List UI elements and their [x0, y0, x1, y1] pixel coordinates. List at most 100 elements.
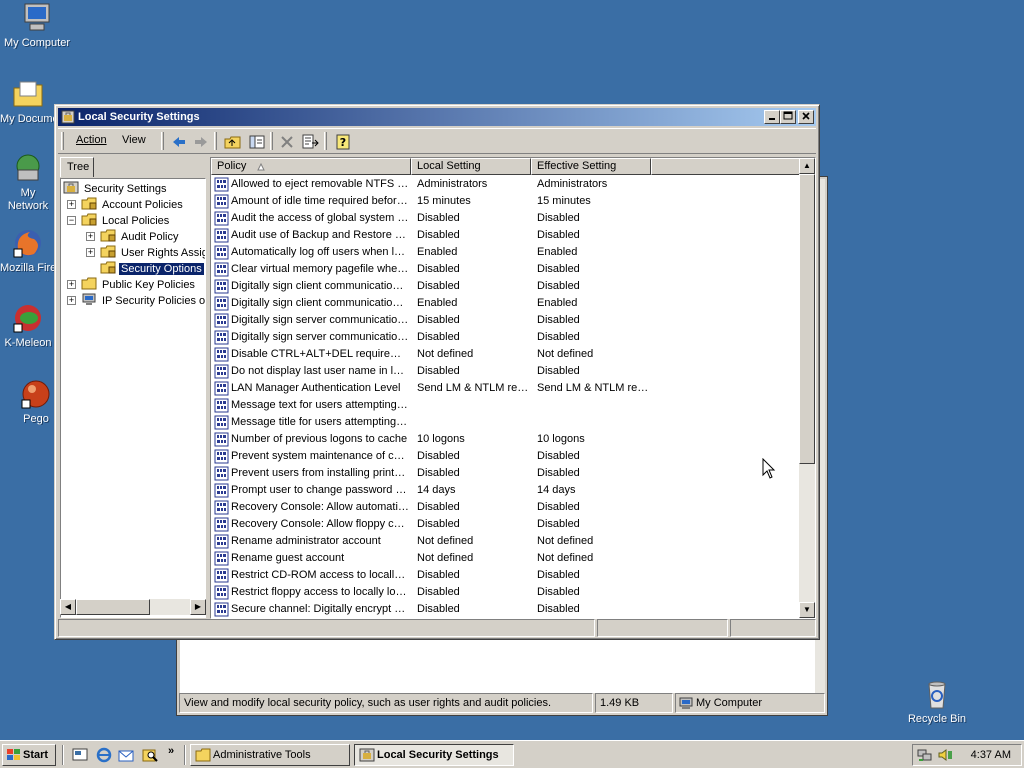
table-row[interactable]: Do not display last user name in logon s… [211, 363, 799, 380]
delete-icon[interactable] [278, 133, 296, 151]
policy-icon [214, 364, 229, 379]
table-row[interactable]: Amount of idle time required before disc… [211, 193, 799, 210]
help-icon[interactable]: ? [334, 133, 352, 151]
tree-node-user-rights-assignment[interactable]: + User Rights Assignment [86, 245, 205, 261]
scroll-thumb[interactable] [76, 599, 150, 615]
tab-tree[interactable]: Tree [60, 157, 94, 177]
desktop-icon-my-documents[interactable]: My Documents [0, 78, 56, 125]
security-settings-icon [63, 181, 79, 194]
column-header-local-setting[interactable]: Local Setting [411, 158, 531, 175]
table-row[interactable]: Recovery Console: Allow automatic admini… [211, 499, 799, 516]
minimize-button[interactable] [764, 110, 780, 124]
table-row[interactable]: Audit use of Backup and Restore privileg… [211, 227, 799, 244]
table-row[interactable]: Message title for users attempting to lo… [211, 414, 799, 431]
table-row[interactable]: Restrict CD-ROM access to locally logged… [211, 567, 799, 584]
table-row[interactable]: Rename administrator account Not defined N… [211, 533, 799, 550]
start-button[interactable]: Start [2, 744, 56, 766]
toolbar-grip[interactable] [324, 132, 327, 150]
table-row[interactable]: Message text for users attempting to log… [211, 397, 799, 414]
table-row[interactable]: Audit the access of global system object… [211, 210, 799, 227]
table-row[interactable]: Rename guest account Not defined Not defin… [211, 550, 799, 567]
show-tree-icon[interactable] [248, 133, 266, 151]
menu-action[interactable]: Action [76, 134, 107, 146]
table-row[interactable]: Prompt user to change password before ex… [211, 482, 799, 499]
status-pane-2 [596, 619, 729, 637]
table-row[interactable]: Digitally sign server communication (whe… [211, 329, 799, 346]
effective-setting: Disabled [537, 314, 580, 326]
forward-arrow-icon[interactable] [192, 133, 210, 151]
scroll-thumb[interactable] [799, 174, 815, 464]
expand-icon[interactable]: + [86, 232, 95, 241]
table-row[interactable]: Disable CTRL+ALT+DEL requirement for log… [211, 346, 799, 363]
table-row[interactable]: LAN Manager Authentication Level Send LM … [211, 380, 799, 397]
close-button[interactable] [798, 110, 814, 124]
desktop-icon-my-computer[interactable]: My Computer [0, 2, 74, 49]
volume-tray-icon[interactable] [937, 748, 953, 762]
task-button-administrative-tools[interactable]: Administrative Tools [190, 744, 350, 766]
tree-node-label: Local Policies [102, 215, 170, 227]
tree-node-local-policies[interactable]: − Local Policies [67, 213, 171, 229]
desktop-icon-k-meleon[interactable]: K-Meleon [0, 302, 56, 349]
back-arrow-icon[interactable] [170, 133, 188, 151]
desktop-icon-recycle-bin[interactable]: Recycle Bin [900, 678, 974, 725]
scroll-down-button[interactable]: ▼ [799, 602, 815, 618]
expand-icon[interactable]: + [67, 280, 76, 289]
table-row[interactable]: Digitally sign server communication (alw… [211, 312, 799, 329]
status-size: 1.49 KB [595, 693, 673, 713]
local-security-settings-window[interactable]: Local Security Settings Action View ? Tr… [54, 104, 820, 640]
toolbar-grip[interactable] [214, 132, 217, 150]
taskbar-divider [62, 745, 64, 765]
clock[interactable]: 4:37 AM [971, 749, 1011, 761]
table-row[interactable]: Digitally sign client communication (whe… [211, 295, 799, 312]
table-row[interactable]: Restrict floppy access to locally logged… [211, 584, 799, 601]
close-icon [802, 112, 810, 120]
table-row[interactable]: Prevent system maintenance of computer a… [211, 448, 799, 465]
toolbar-grip[interactable] [270, 132, 273, 150]
table-row[interactable]: Recovery Console: Allow floppy copy and … [211, 516, 799, 533]
column-header-effective-setting[interactable]: Effective Setting [531, 158, 651, 175]
table-row[interactable]: Allowed to eject removable NTFS media Adm… [211, 176, 799, 193]
tree-node-security-settings[interactable]: Security Settings [63, 181, 169, 197]
tree-node-ip-security-policies[interactable]: + IP Security Policies on Local Machine [67, 293, 205, 309]
expand-icon[interactable]: + [67, 200, 76, 209]
outlook-express-icon[interactable] [118, 747, 134, 763]
up-folder-icon[interactable] [224, 133, 242, 151]
tree-node-account-policies[interactable]: + Account Policies [67, 197, 185, 213]
expand-icon[interactable]: + [86, 248, 95, 257]
table-row[interactable]: Prevent users from installing printer dr… [211, 465, 799, 482]
title-bar[interactable]: Local Security Settings [58, 108, 816, 126]
toolbar-grip[interactable] [61, 132, 64, 150]
table-row[interactable]: Digitally sign client communication (alw… [211, 278, 799, 295]
tree-horizontal-scrollbar[interactable]: ◀ ▶ [60, 599, 206, 615]
network-tray-icon[interactable] [917, 748, 933, 762]
maximize-button[interactable] [780, 110, 796, 124]
quicklaunch-more-icon[interactable]: » [168, 745, 174, 757]
tree-pane[interactable]: Security Settings + Account Policies − L… [60, 178, 206, 618]
tree-node-audit-policy[interactable]: + Audit Policy [86, 229, 180, 245]
column-header-policy[interactable]: Policy [211, 158, 411, 175]
toolbar-grip[interactable] [161, 132, 164, 150]
scroll-up-button[interactable]: ▲ [799, 158, 815, 174]
table-row[interactable]: Clear virtual memory pagefile when syste… [211, 261, 799, 278]
table-row[interactable]: Automatically log off users when logon t… [211, 244, 799, 261]
desktop-icon-network-places[interactable]: My Network Places [0, 152, 56, 213]
table-row[interactable]: Number of previous logons to cache 10 log… [211, 431, 799, 448]
tree-node-security-options[interactable]: Security Options [100, 261, 205, 277]
scroll-left-button[interactable]: ◀ [60, 599, 76, 615]
internet-explorer-icon[interactable] [96, 747, 112, 763]
show-desktop-icon[interactable] [72, 747, 88, 763]
menu-view[interactable]: View [122, 134, 146, 146]
expand-icon[interactable]: + [67, 296, 76, 305]
export-list-icon[interactable] [301, 133, 319, 151]
local-setting: Administrators [417, 178, 488, 190]
scroll-right-button[interactable]: ▶ [190, 599, 206, 615]
desktop-icon-firefox[interactable]: Mozilla Firefox [0, 227, 56, 274]
search-icon[interactable] [142, 747, 158, 763]
list-vertical-scrollbar[interactable]: ▲ ▼ [799, 158, 815, 618]
table-row[interactable]: Secure channel: Digitally encrypt or sig… [211, 601, 799, 618]
task-button-local-security-settings[interactable]: Local Security Settings [354, 744, 514, 766]
policy-list[interactable]: Policy Local Setting Effective Setting A… [210, 157, 816, 619]
tree-node-public-key-policies[interactable]: + Public Key Policies [67, 277, 197, 293]
policy-name: Recovery Console: Allow automatic admini… [231, 501, 409, 513]
collapse-icon[interactable]: − [67, 216, 76, 225]
